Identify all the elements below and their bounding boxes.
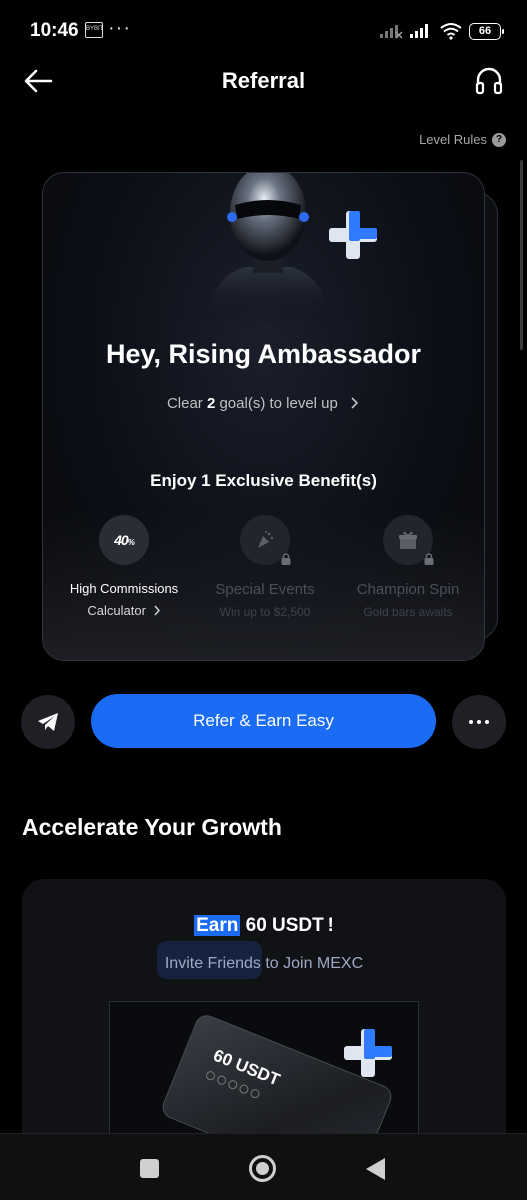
benefit-special-events[interactable]: Special Events Win up to $2,500 [190, 515, 340, 619]
status-overflow-icon: ··· [108, 17, 131, 39]
commission-badge-icon: 40% [99, 515, 149, 565]
benefit-name: Champion Spin [356, 581, 460, 598]
lock-icon [281, 553, 291, 565]
section-title: Accelerate Your Growth [22, 814, 282, 840]
level-up-prefix: Clear [166, 395, 207, 412]
system-navigation-bar [0, 1133, 527, 1200]
commission-badge-value: 40 [114, 532, 129, 548]
support-button[interactable] [473, 65, 505, 97]
level-rules-link[interactable]: Level Rules ? [419, 132, 506, 147]
benefit-sub: Win up to $2,500 [219, 605, 311, 619]
promo-subtitle: Invite Friends to Join MEXC [164, 955, 364, 972]
telegram-icon [38, 713, 58, 731]
level-rules-label: Level Rules [419, 132, 487, 147]
chevron-right-icon [154, 605, 160, 616]
plus-emblem-icon [344, 1029, 392, 1077]
benefit-heading: Enjoy 1 Exclusive Benefit(s) [150, 471, 377, 490]
level-up-suffix: goal(s) to level up [215, 395, 338, 412]
party-popper-glyph [258, 531, 274, 548]
promo-title: Earn 60 USDT ! [22, 915, 506, 937]
app-notification-icon: BYBIT [85, 22, 103, 38]
plus-emblem-icon [329, 211, 377, 259]
ambassador-title: Hey, Rising Ambassador [105, 339, 422, 369]
top-app-bar: Referral [0, 58, 527, 104]
party-popper-icon [240, 515, 291, 565]
battery-indicator: 66 [469, 22, 504, 40]
benefit-champion-spin[interactable]: Champion Spin Gold bars awaits [333, 515, 483, 619]
commission-badge-unit: % [127, 538, 135, 547]
signal-icon [410, 24, 428, 38]
status-time: 10:46 [30, 20, 79, 41]
ambassador-level-card[interactable]: Hey, Rising Ambassador Clear 2 goal(s) t… [42, 172, 485, 661]
benefit-name: High Commissions [69, 581, 179, 596]
scrollbar[interactable] [520, 160, 523, 350]
lock-icon [424, 553, 434, 565]
calculator-link[interactable]: Calculator [49, 603, 199, 618]
signal-off-icon [380, 25, 403, 39]
more-dots-icon [469, 720, 473, 724]
system-back-button[interactable] [366, 1158, 385, 1180]
gift-box-icon [383, 515, 434, 565]
benefit-sub: Gold bars awaits [363, 605, 453, 619]
status-bar: 10:46 BYBIT ··· 66 [0, 0, 527, 62]
promo-title-rest: 60 USDT ! [240, 915, 334, 936]
calculator-label: Calculator [87, 603, 146, 618]
refer-earn-button[interactable]: Refer & Earn Easy [91, 694, 436, 748]
page-title: Referral [221, 68, 306, 93]
level-up-link[interactable]: Clear 2 goal(s) to level up [43, 395, 484, 412]
recent-apps-button[interactable] [140, 1159, 159, 1178]
chevron-right-icon [351, 397, 359, 409]
more-dots-icon [485, 720, 489, 724]
benefit-name: Special Events [215, 581, 315, 598]
share-telegram-button[interactable] [21, 695, 75, 749]
promo-title-highlight: Earn [194, 915, 241, 936]
help-icon: ? [492, 132, 506, 147]
more-dots-icon [477, 720, 481, 724]
wifi-icon [440, 23, 462, 40]
more-options-button[interactable] [452, 695, 506, 749]
benefit-high-commissions[interactable]: 40% High Commissions Calculator [49, 515, 199, 618]
gift-box-glyph [399, 531, 417, 549]
benefits-row: 40% High Commissions Calculator Special … [43, 515, 484, 625]
headset-icon [475, 67, 503, 95]
home-button[interactable] [249, 1155, 276, 1182]
status-indicators: 66 [379, 22, 504, 40]
